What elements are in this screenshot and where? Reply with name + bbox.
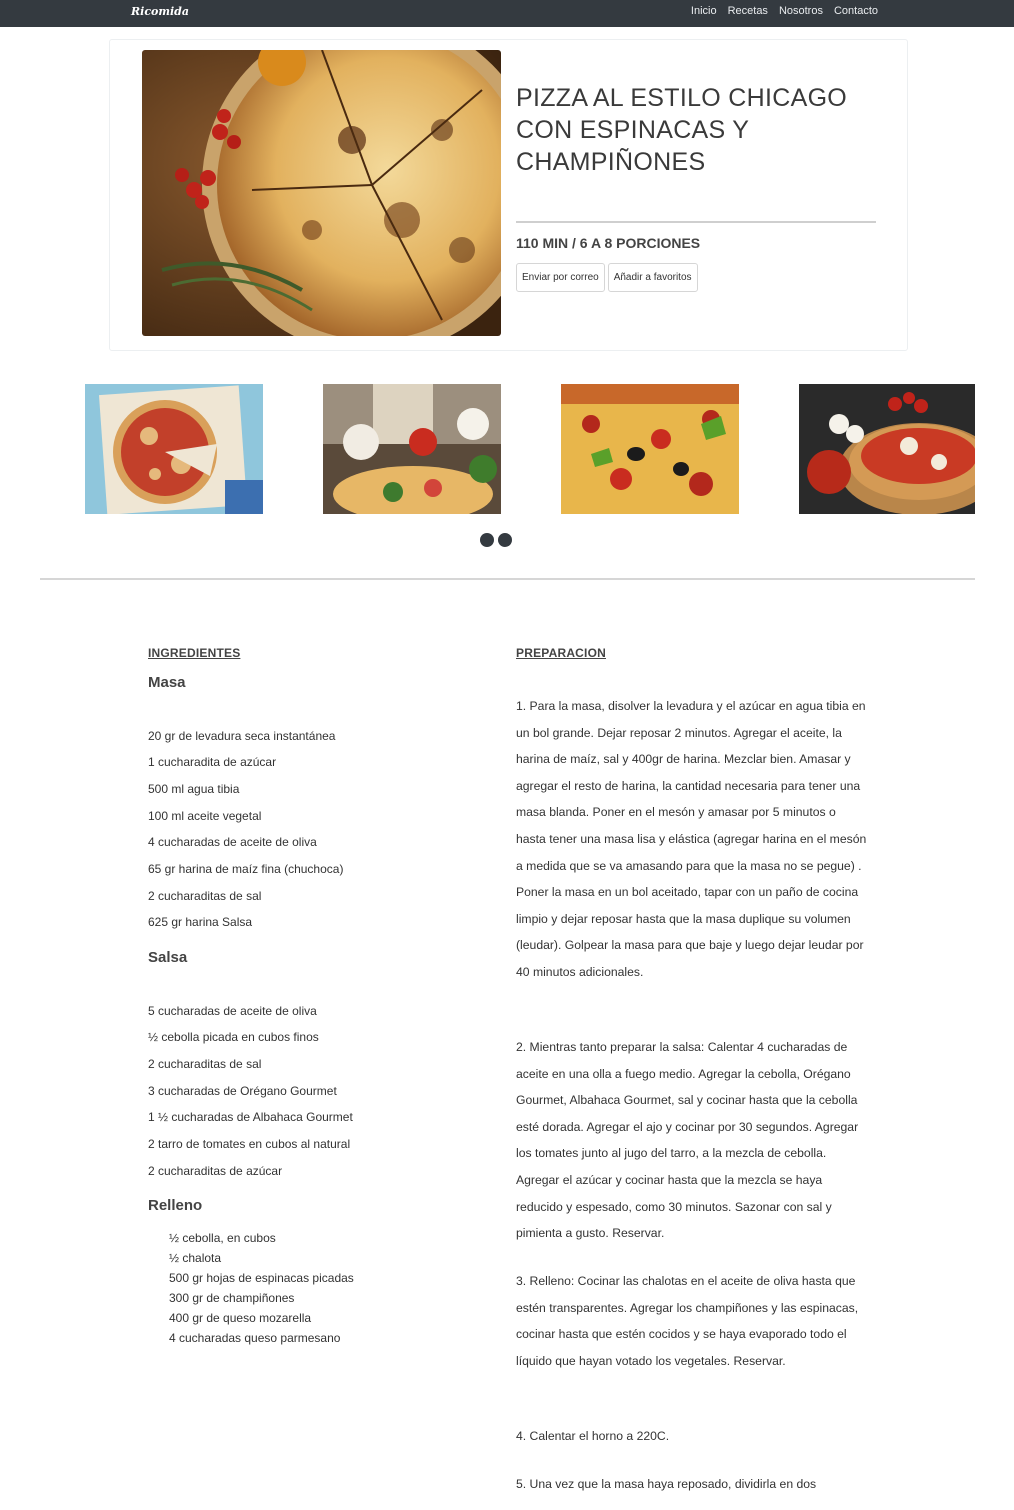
nav-links: Inicio Recetas Nosotros Contacto: [691, 5, 878, 17]
ingredient-item: 3 cucharadas de Orégano Gourmet: [148, 1084, 337, 1098]
recipe-actions: Enviar por correo Añadir a favoritos: [516, 263, 698, 292]
carousel-image-3[interactable]: [561, 384, 739, 514]
ingredient-item: 4 cucharadas de aceite de oliva: [148, 835, 317, 849]
ingredient-item: 625 gr harina Salsa: [148, 915, 253, 929]
nav-link-contacto[interactable]: Contacto: [834, 5, 878, 17]
recipe-time-servings: 110 MIN / 6 A 8 PORCIONES: [516, 235, 701, 251]
ingredient-item: 65 gr harina de maíz fina (chuchoca): [148, 862, 344, 876]
list-item: 4 cucharadas queso parmesano: [169, 1331, 341, 1345]
nav-link-recetas[interactable]: Recetas: [728, 5, 768, 17]
ingredient-item: 20 gr de levadura seca instantánea: [148, 729, 336, 743]
relleno-list: ½ cebolla, en cubos ½ chalota 500 gr hoj…: [169, 1228, 354, 1348]
preparation-step-4: 4. Calentar el horno a 220C.: [516, 1429, 670, 1443]
title-divider: [516, 221, 876, 223]
brand-logo[interactable]: Ricomida: [131, 5, 189, 18]
list-item: 400 gr de queso mozarella: [169, 1311, 312, 1325]
recipe-main-image: [142, 50, 501, 336]
add-favorite-button[interactable]: Añadir a favoritos: [607, 263, 698, 292]
section-divider: [40, 578, 975, 580]
recipe-hero-card: PIZZA AL ESTILO CHICAGO CON ESPINACAS Y …: [109, 39, 908, 351]
list-item: 300 gr de champiñones: [169, 1291, 295, 1305]
carousel-dot-2[interactable]: [498, 533, 512, 547]
ingredient-item: 2 tarro de tomates en cubos al natural: [148, 1137, 351, 1151]
ingredient-item: ½ cebolla picada en cubos finos: [148, 1030, 319, 1044]
email-button[interactable]: Enviar por correo: [516, 263, 605, 292]
ingredient-item: 100 ml aceite vegetal: [148, 809, 262, 823]
ingredient-item: 1 cucharadita de azúcar: [148, 755, 277, 769]
carousel-dot-1[interactable]: [480, 533, 494, 547]
carousel-image-1[interactable]: [85, 384, 263, 514]
ingredient-item: 1 ½ cucharadas de Albahaca Gourmet: [148, 1110, 353, 1124]
ingredient-item: 5 cucharadas de aceite de oliva: [148, 1004, 317, 1018]
list-item: ½ cebolla, en cubos: [169, 1231, 276, 1245]
preparation-step-3: 3. Relleno: Cocinar las chalotas en el a…: [516, 1274, 859, 1368]
preparation-step-1: 1. Para la masa, disolver la levadura y …: [516, 699, 867, 979]
nav-link-inicio[interactable]: Inicio: [691, 5, 717, 17]
nav-link-nosotros[interactable]: Nosotros: [779, 5, 823, 17]
salsa-title: Salsa: [148, 949, 188, 966]
relleno-title: Relleno: [148, 1197, 203, 1214]
carousel-dots: [480, 533, 512, 547]
carousel-image-4[interactable]: [799, 384, 975, 514]
list-item: 500 gr hojas de espinacas picadas: [169, 1271, 354, 1285]
carousel-image-2[interactable]: [323, 384, 501, 514]
preparation-step-2: 2. Mientras tanto preparar la salsa: Cal…: [516, 1040, 859, 1241]
preparation-heading: PREPARACION: [516, 646, 606, 660]
list-item: ½ chalota: [169, 1251, 222, 1265]
recipe-title: PIZZA AL ESTILO CHICAGO CON ESPINACAS Y …: [516, 84, 848, 176]
ingredients-heading: INGREDIENTES: [148, 646, 241, 660]
ingredient-item: 2 cucharaditas de sal: [148, 1057, 262, 1071]
masa-title: Masa: [148, 674, 186, 691]
preparation-step-5: 5. Una vez que la masa haya reposado, di…: [516, 1477, 817, 1491]
ingredient-item: 2 cucharaditas de azúcar: [148, 1164, 283, 1178]
ingredient-item: 2 cucharaditas de sal: [148, 889, 262, 903]
navbar: Ricomida Inicio Recetas Nosotros Contact…: [0, 0, 1014, 27]
ingredient-item: 500 ml agua tibia: [148, 782, 240, 796]
